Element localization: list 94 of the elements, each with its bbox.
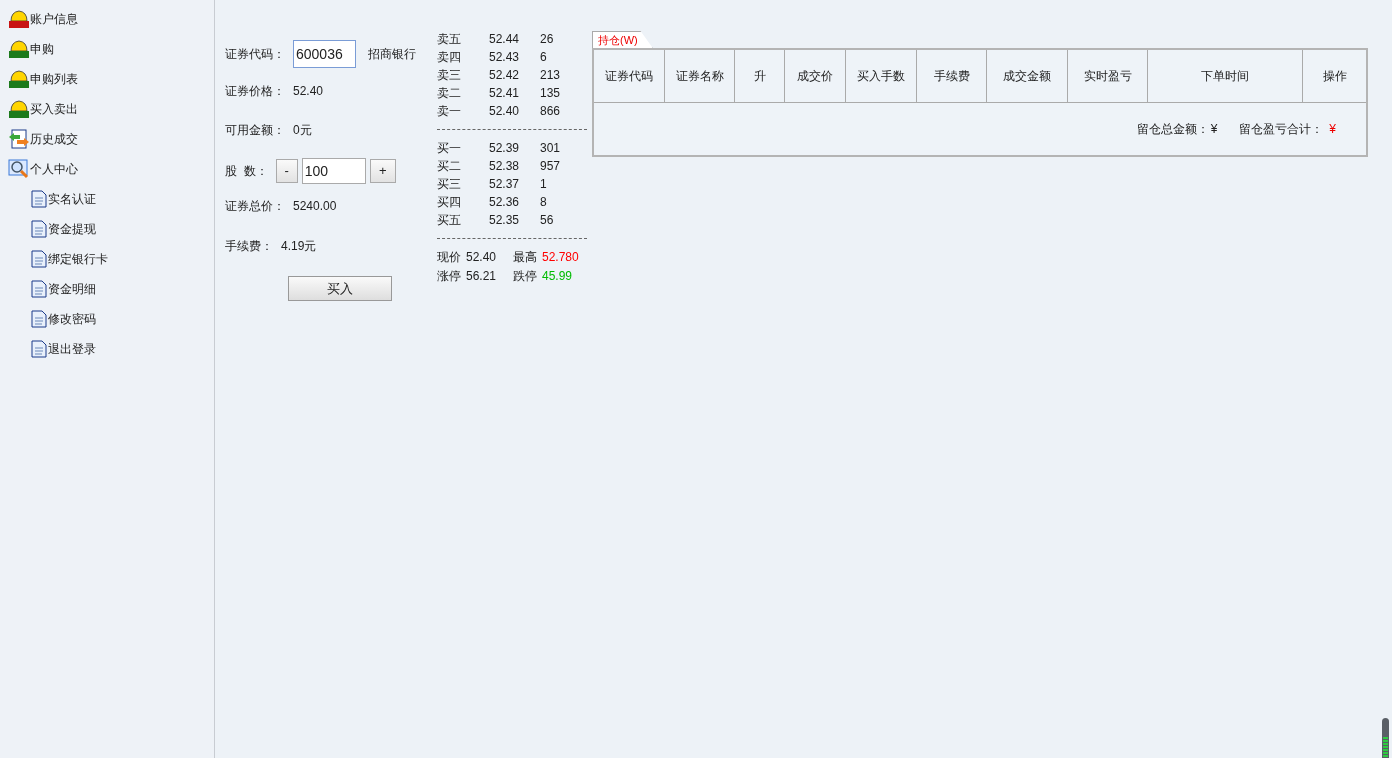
column-header: 升 <box>735 50 785 102</box>
field-label: 可用金额： <box>225 122 285 139</box>
sell-bell-icon <box>8 39 30 59</box>
sidebar-item[interactable]: 实名认证 <box>48 190 96 208</box>
sidebar-item[interactable]: 申购 <box>30 40 54 58</box>
column-header: 手续费 <box>917 50 987 102</box>
stat-label: 现价 <box>437 248 461 266</box>
buy-bell-icon <box>8 9 30 29</box>
scroll-indicator-drawing <box>1382 718 1389 758</box>
quote-price: 52.35 <box>489 212 521 229</box>
sidebar-item[interactable]: 资金明细 <box>48 280 96 298</box>
column-header: 操作 <box>1321 68 1348 85</box>
stock-name: 招商银行 <box>368 46 416 63</box>
quote-price: 52.44 <box>489 31 521 48</box>
column-header: 证券名称 <box>665 50 735 102</box>
increment-button[interactable]: + <box>369 159 396 183</box>
quote-volume: 8 <box>540 194 547 211</box>
sidebar-item[interactable]: 绑定银行卡 <box>48 250 108 268</box>
stock-code-field[interactable]: 600036 <box>293 40 356 68</box>
document-icon <box>31 190 47 208</box>
quote-price: 52.41 <box>489 85 521 102</box>
magnifier-icon <box>8 159 30 179</box>
quote-volume: 56 <box>540 212 554 229</box>
sell-bell-icon <box>8 69 30 89</box>
column-header: 下单时间 <box>1148 50 1303 102</box>
sidebar-item[interactable]: 账户信息 <box>30 10 78 28</box>
total-amount-value: ¥ <box>1210 121 1218 138</box>
column-header: 成交金额 <box>987 50 1068 102</box>
quote-price: 52.42 <box>489 67 521 84</box>
total-pl-value: ¥ <box>1329 121 1336 138</box>
quote-price: 52.43 <box>489 49 521 66</box>
stat-label: 跌停 <box>513 267 537 285</box>
stat-value: 56.21 <box>466 267 497 285</box>
quote-volume: 6 <box>540 49 547 66</box>
quote-price: 52.37 <box>489 176 521 193</box>
arrows-document-icon <box>8 129 30 149</box>
stat-label: 涨停 <box>437 267 461 285</box>
field-value: 5240.00 <box>293 198 337 215</box>
document-icon <box>31 280 47 298</box>
quote-volume: 213 <box>540 67 561 84</box>
positions-tab[interactable]: 持仓(W) <box>592 31 653 48</box>
field-value: 52.40 <box>293 83 324 100</box>
field-label: 证券价格： <box>225 83 285 100</box>
buy-button[interactable]: 买入 <box>288 276 392 301</box>
quote-label: 买三 <box>437 176 462 193</box>
column-header: 买入手数 <box>846 50 917 102</box>
sidebar-item[interactable]: 退出登录 <box>48 340 96 358</box>
sell-bell-icon <box>8 99 30 119</box>
stat-value: 52.40 <box>466 248 497 266</box>
decrement-button[interactable]: - <box>275 159 298 183</box>
sidebar-item[interactable]: 申购列表 <box>30 70 78 88</box>
field-label: 证券代码： <box>225 46 285 63</box>
column-header: 证券代码 <box>594 50 665 102</box>
quote-label: 卖三 <box>437 67 462 84</box>
sidebar-item[interactable]: 个人中心 <box>30 160 78 178</box>
quote-label: 买五 <box>437 212 462 229</box>
field-value: 0元 <box>293 122 312 139</box>
quote-label: 卖一 <box>437 103 462 120</box>
quote-volume: 1 <box>540 176 547 193</box>
total-amount-label: 留仓总金额： <box>1136 121 1209 138</box>
quote-price: 52.36 <box>489 194 521 211</box>
quote-volume: 301 <box>540 140 561 157</box>
sidebar-item[interactable]: 历史成交 <box>30 130 78 148</box>
sidebar-item[interactable]: 修改密码 <box>48 310 96 328</box>
quote-label: 卖二 <box>437 85 462 102</box>
document-icon <box>31 220 47 238</box>
sidebar-item[interactable]: 资金提现 <box>48 220 96 238</box>
field-label: 证券总价： <box>225 198 285 215</box>
quote-price: 52.40 <box>489 103 521 120</box>
field-label: 股 数： <box>225 163 268 180</box>
quote-label: 买一 <box>437 140 462 157</box>
stat-label: 最高 <box>513 248 537 266</box>
column-header: 成交价 <box>785 50 846 102</box>
quote-volume: 866 <box>540 103 561 120</box>
quote-volume: 957 <box>540 158 561 175</box>
quote-price: 52.38 <box>489 158 521 175</box>
field-value: 4.19元 <box>281 238 317 255</box>
quote-price: 52.39 <box>489 140 521 157</box>
total-pl-label: 留仓盈亏合计： <box>1239 121 1324 138</box>
sidebar-item[interactable]: 买入卖出 <box>30 100 78 118</box>
quote-label: 卖四 <box>437 49 462 66</box>
quote-label: 买二 <box>437 158 462 175</box>
quote-volume: 135 <box>540 85 561 102</box>
stat-value: 45.99 <box>542 267 573 285</box>
column-header: 实时盈亏 <box>1068 50 1148 102</box>
field-label: 手续费： <box>225 238 273 255</box>
quote-label: 卖五 <box>437 31 462 48</box>
document-icon <box>31 250 47 268</box>
quote-volume: 26 <box>540 31 554 48</box>
shares-field[interactable]: 100 <box>301 158 366 184</box>
document-icon <box>31 310 47 328</box>
stat-value: 52.780 <box>542 248 579 266</box>
quote-label: 买四 <box>437 194 462 211</box>
document-icon <box>31 340 47 358</box>
